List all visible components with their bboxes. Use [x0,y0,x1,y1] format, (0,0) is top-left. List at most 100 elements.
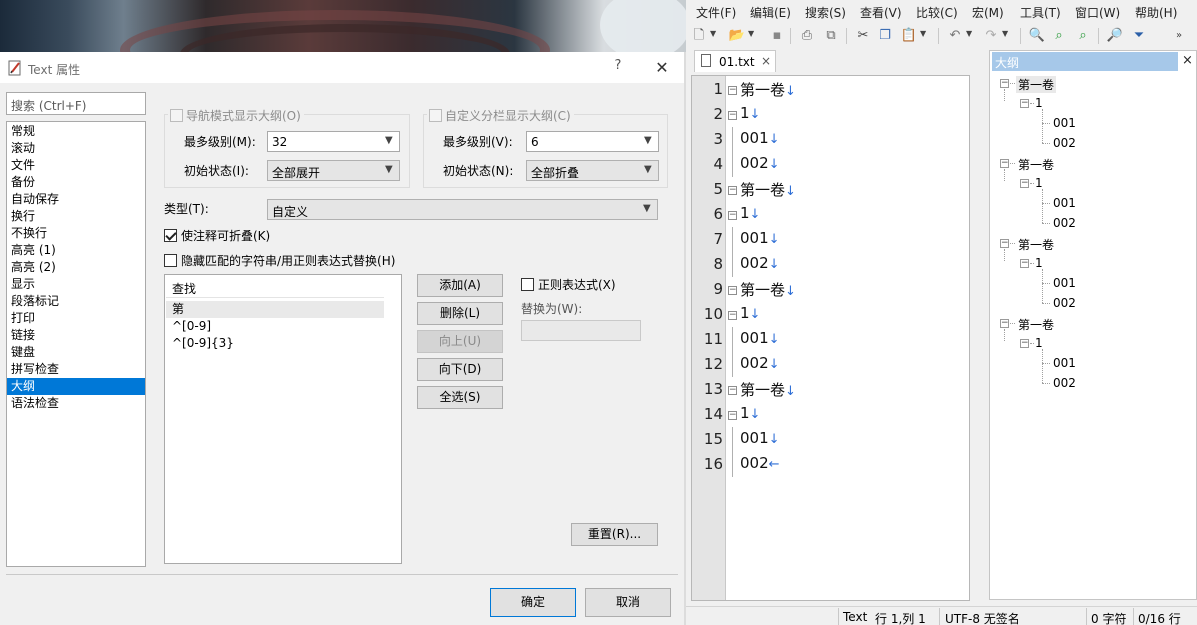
replace-input[interactable] [521,320,641,341]
delete-button[interactable]: 删除(L) [417,302,503,325]
print-icon[interactable]: ⎙ [798,27,816,45]
outline-item[interactable]: 001 [1053,276,1076,290]
category-item[interactable]: 高亮 (1) [7,242,145,259]
category-item[interactable]: 显示 [7,276,145,293]
type-select[interactable]: 自定义 ▼ [267,199,658,220]
menu-item[interactable]: 查看(V) [860,0,902,21]
tree-collapse-icon[interactable]: − [1020,99,1029,108]
toolbar-overflow-icon[interactable]: » [1170,27,1188,45]
category-item[interactable]: 备份 [7,174,145,191]
editor-line[interactable]: 9− 第一卷↓ [692,277,969,302]
editor-line[interactable]: 1− 第一卷↓ [692,77,969,102]
category-item[interactable]: 大纲 [7,378,145,395]
outline-section[interactable]: 1 [1035,176,1043,190]
tree-collapse-icon[interactable]: − [1020,179,1029,188]
fold-toggle-icon[interactable]: − [728,411,737,420]
editor-line[interactable]: 16 002← [692,452,969,477]
nav-max-level-select[interactable]: 32 ▼ [267,131,400,152]
undo-icon[interactable]: ↶ [946,27,964,45]
status-mode[interactable]: Text [843,610,867,624]
editor-line[interactable]: 13− 第一卷↓ [692,377,969,402]
select-all-button[interactable]: 全选(S) [417,386,503,409]
fold-toggle-icon[interactable]: − [728,86,737,95]
category-item[interactable]: 自动保存 [7,191,145,208]
editor-line[interactable]: 10−1↓ [692,302,969,327]
paste-icon[interactable]: 📋 [900,27,918,45]
outline-item[interactable]: 001 [1053,116,1076,130]
print-preview-icon[interactable]: ⧉ [822,27,840,45]
move-up-button[interactable]: 向上(U) [417,330,503,353]
menu-item[interactable]: 文件(F) [696,0,736,21]
menu-item[interactable]: 编辑(E) [750,0,791,21]
outline-item[interactable]: 001 [1053,356,1076,370]
find-row[interactable]: ^[0-9]{3} [166,335,384,352]
find-in-files-icon[interactable]: 🔎 [1106,27,1124,45]
help-button[interactable]: ? [610,58,626,73]
tree-collapse-icon[interactable]: − [1000,239,1009,248]
find-icon[interactable]: 🔍 [1028,27,1046,45]
save-icon[interactable]: ▪ [768,27,786,45]
split-init-state-select[interactable]: 全部折叠 ▼ [526,160,659,181]
outline-section[interactable]: 1 [1035,256,1043,270]
fold-comments-checkbox[interactable]: 使注释可折叠(K) [164,227,270,244]
tree-collapse-icon[interactable]: − [1000,79,1009,88]
split-outline-checkbox[interactable]: 自定义分栏显示大纲(C) [427,107,574,124]
outline-section[interactable]: 1 [1035,336,1043,350]
find-next-icon[interactable]: ⌕ [1050,27,1068,45]
category-item[interactable]: 语法检查 [7,395,145,412]
outline-chapter[interactable]: 第一卷 [1016,156,1056,173]
outline-item[interactable]: 002 [1053,216,1076,230]
reset-button[interactable]: 重置(R)... [571,523,658,546]
outline-chapter[interactable]: 第一卷 [1016,316,1056,333]
editor-line[interactable]: 7 001↓ [692,227,969,252]
category-item[interactable]: 换行 [7,208,145,225]
close-outline-icon[interactable]: × [1182,53,1193,68]
text-editor[interactable]: 1− 第一卷↓ 2−1↓ 3 001↓ 4 002↓ 5− 第一卷↓ 6−1↓ 7 001↓ 8 002↓… [691,75,970,601]
fold-comments-check-box[interactable] [164,229,177,242]
chevron-down-icon[interactable]: ▼ [748,29,754,38]
move-down-button[interactable]: 向下(D) [417,358,503,381]
tree-collapse-icon[interactable]: − [1020,259,1029,268]
editor-line[interactable]: 3 001↓ [692,127,969,152]
category-item[interactable]: 高亮 (2) [7,259,145,276]
fold-toggle-icon[interactable]: − [728,311,737,320]
filter-icon[interactable]: ⏷ [1130,27,1148,45]
editor-line[interactable]: 5− 第一卷↓ [692,177,969,202]
editor-line[interactable]: 6−1↓ [692,202,969,227]
menu-item[interactable]: 窗口(W) [1075,0,1120,21]
chevron-down-icon[interactable]: ▼ [710,29,716,38]
category-item[interactable]: 段落标记 [7,293,145,310]
outline-section[interactable]: 1 [1035,96,1043,110]
find-row[interactable]: ^[0-9] [166,318,384,335]
ok-button[interactable]: 确定 [490,588,576,617]
cut-icon[interactable]: ✂ [854,27,872,45]
status-encoding[interactable]: UTF-8 无签名 [945,610,1020,625]
outline-item[interactable]: 001 [1053,196,1076,210]
cancel-button[interactable]: 取消 [585,588,671,617]
category-item[interactable]: 文件 [7,157,145,174]
nav-outline-checkbox[interactable]: 导航模式显示大纲(O) [168,107,304,124]
fold-toggle-icon[interactable]: − [728,286,737,295]
category-item[interactable]: 键盘 [7,344,145,361]
category-search-input[interactable]: 搜索 (Ctrl+F) [6,92,146,115]
copy-icon[interactable]: ❐ [876,27,894,45]
menu-item[interactable]: 搜索(S) [805,0,846,21]
editor-line[interactable]: 14−1↓ [692,402,969,427]
regex-check-box[interactable] [521,278,534,291]
category-item[interactable]: 拼写检查 [7,361,145,378]
menu-item[interactable]: 帮助(H) [1135,0,1177,21]
menu-item[interactable]: 宏(M) [972,0,1004,21]
menu-item[interactable]: 工具(T) [1020,0,1061,21]
nav-init-state-select[interactable]: 全部展开 ▼ [267,160,400,181]
editor-line[interactable]: 8 002↓ [692,252,969,277]
nav-outline-check-box[interactable] [170,109,183,122]
outline-item[interactable]: 002 [1053,376,1076,390]
find-prev-icon[interactable]: ⌕ [1074,27,1092,45]
category-item[interactable]: 不换行 [7,225,145,242]
tree-collapse-icon[interactable]: − [1000,159,1009,168]
editor-line[interactable]: 4 002↓ [692,152,969,177]
outline-item[interactable]: 002 [1053,136,1076,150]
add-button[interactable]: 添加(A) [417,274,503,297]
menu-item[interactable]: 比较(C) [916,0,958,21]
tree-collapse-icon[interactable]: − [1020,339,1029,348]
